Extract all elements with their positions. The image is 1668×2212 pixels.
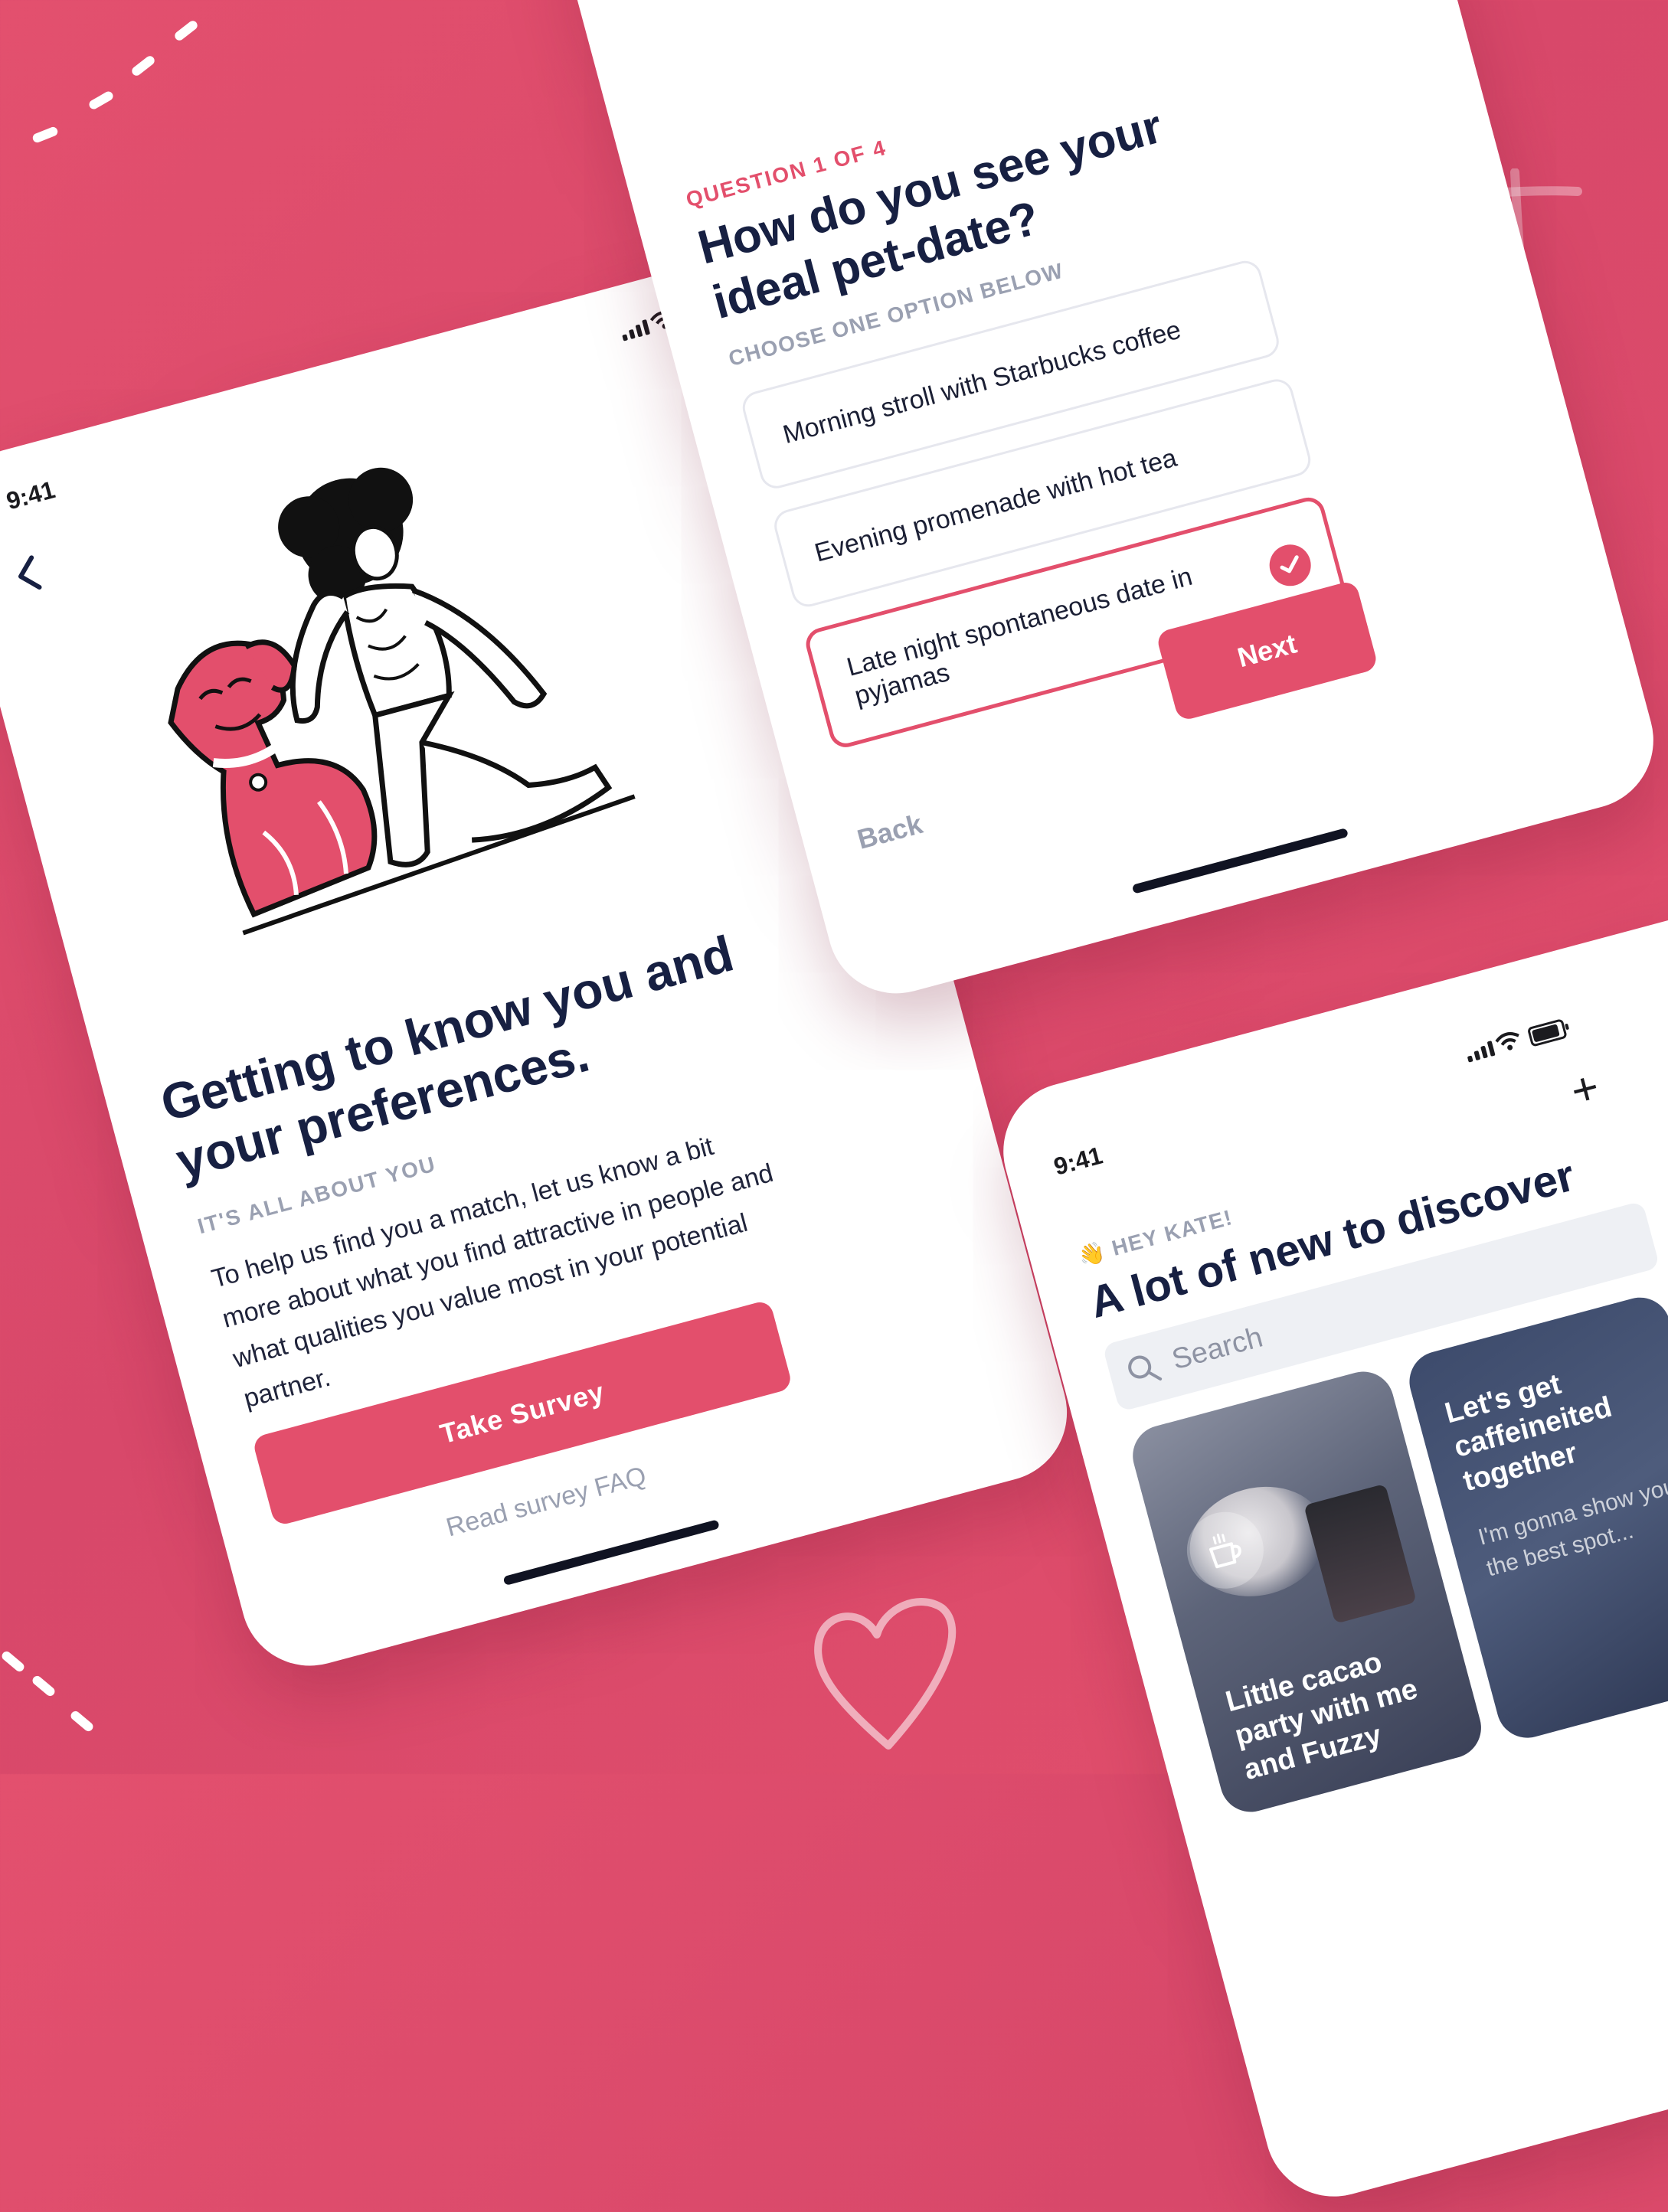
cellular-signal-icon [1465,1041,1496,1063]
checkmark-icon [1264,540,1316,591]
status-time: 9:41 [3,475,58,515]
add-icon[interactable]: + [1565,1060,1605,1118]
battery-icon [1526,1018,1568,1047]
search-icon [1128,1355,1163,1381]
card-title: Let's get caffeineited together [1441,1367,1616,1498]
home-indicator [502,1519,720,1586]
decor-dashes-top-left [23,15,200,145]
card-title: Little cacao party with me and Fuzzy [1222,1645,1421,1787]
decor-dashes-bottom-left [0,1639,107,1746]
back-button[interactable]: Back [854,808,926,856]
search-placeholder: Search [1169,1321,1267,1377]
woman-with-dog-illustration [168,467,636,936]
chevron-left-icon[interactable] [8,552,48,597]
home-indicator [1131,828,1349,894]
decor-heart [814,1598,957,1750]
phone-discover: 9:41 + 👋 HEY KATE! A lot of new to disco… [988,884,1668,2212]
wifi-icon [1495,1032,1519,1050]
status-time: 9:41 [1051,1141,1106,1181]
cellular-signal-icon [620,319,651,341]
coffee-cup-photo [1303,1483,1417,1624]
